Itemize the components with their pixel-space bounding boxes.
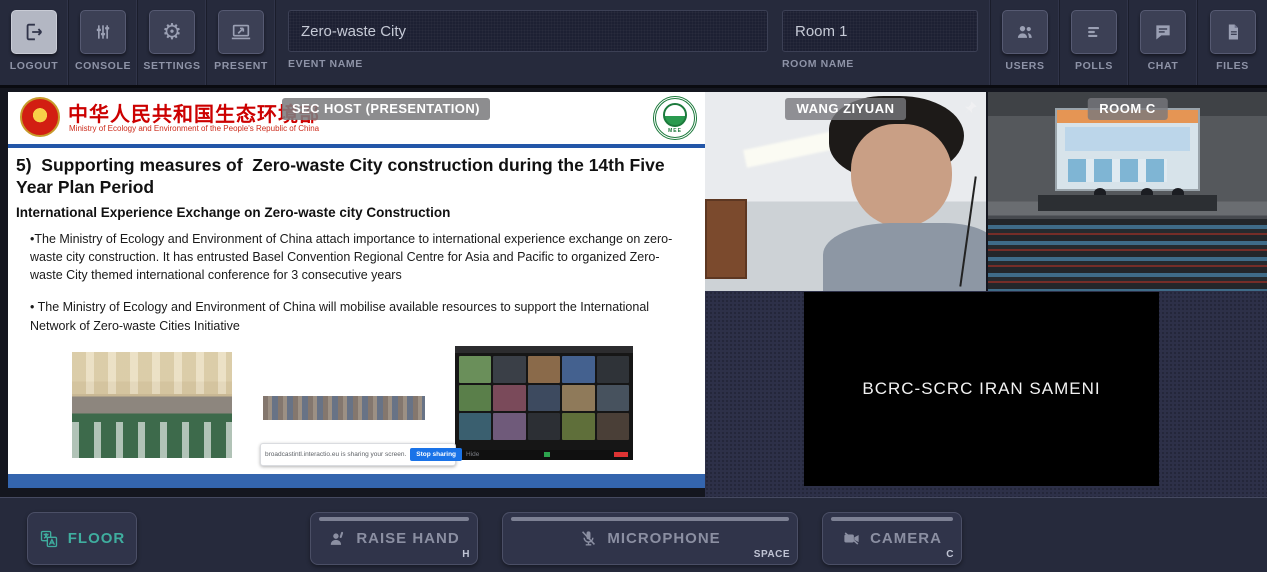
screen-share-notification: broadcastintl.interactio.eu is sharing y… <box>260 443 456 466</box>
console-group: CONSOLE <box>69 0 138 85</box>
translate-icon <box>39 529 59 549</box>
polls-icon <box>1084 22 1104 42</box>
users-button[interactable] <box>1002 10 1048 54</box>
bullet-2: • The Ministry of Ecology and Environmen… <box>30 298 690 334</box>
users-icon <box>1015 22 1035 42</box>
mee-logo-inner <box>663 103 687 127</box>
conference-photo-2 <box>263 342 425 454</box>
users-group: USERS <box>991 0 1060 85</box>
event-name-group: EVENT NAME <box>288 10 768 85</box>
conference-photo-1 <box>72 352 232 458</box>
video-tile-room-c[interactable]: ROOM C <box>988 92 1267 291</box>
toolbar: LOGOUT CONSOLE ⚙ SETTINGS <box>0 0 1267 88</box>
participant-name-badge: ROOM C <box>1087 98 1167 120</box>
slide-title: 5) Supporting measures of Zero-waste Cit… <box>16 154 700 199</box>
gear-icon: ⚙ <box>162 21 182 43</box>
files-group: FILES <box>1198 0 1267 85</box>
control-bar: FLOOR RAISE HAND H <box>0 497 1267 572</box>
video-tile-wang-ziyuan[interactable]: WANG ZIYUAN <box>705 92 986 291</box>
participant-name-text: BCRC-SCRC IRAN SAMENI <box>862 379 1100 399</box>
chat-label: CHAT <box>1148 60 1179 72</box>
mee-logo-icon: MEE <box>653 96 697 140</box>
mee-logo-text: MEE <box>668 128 682 134</box>
users-label: USERS <box>1005 60 1044 72</box>
raise-hand-label: RAISE HAND <box>356 530 459 547</box>
zoom-tile-grid <box>459 356 629 440</box>
present-label: PRESENT <box>214 60 268 72</box>
button-top-strip <box>511 517 789 521</box>
polls-group: POLLS <box>1060 0 1129 85</box>
slide-subtitle: International Experience Exchange on Zer… <box>16 205 450 220</box>
event-name-input[interactable] <box>288 10 768 52</box>
raise-hand-icon <box>328 529 347 548</box>
microphone-shortcut: SPACE <box>754 549 790 560</box>
room-name-label: ROOM NAME <box>782 58 978 70</box>
raise-hand-shortcut: H <box>462 549 470 560</box>
mixer-icon <box>93 22 113 42</box>
name-fields: EVENT NAME ROOM NAME <box>276 0 991 85</box>
room-name-input[interactable] <box>782 10 978 52</box>
button-top-strip <box>831 517 953 521</box>
present-group: PRESENT <box>207 0 276 85</box>
hide-notification-button[interactable]: Hide <box>466 451 479 458</box>
logout-icon <box>23 21 45 43</box>
camera-shortcut: C <box>946 549 954 560</box>
zoom-meeting-screenshot <box>455 346 633 460</box>
files-button[interactable] <box>1210 10 1256 54</box>
present-icon <box>230 21 252 43</box>
console-label: CONSOLE <box>75 60 131 72</box>
camera-label: CAMERA <box>870 530 942 547</box>
event-name-label: EVENT NAME <box>288 58 768 70</box>
settings-group: ⚙ SETTINGS <box>138 0 207 85</box>
camera-button[interactable]: CAMERA C <box>822 512 962 565</box>
button-top-strip <box>319 517 469 521</box>
room-name-group: ROOM NAME <box>782 10 978 85</box>
main-area: 中华人民共和国生态环境部 Ministry of Ecology and Env… <box>0 91 1267 497</box>
china-national-emblem-icon <box>20 97 60 137</box>
raise-hand-button[interactable]: RAISE HAND H <box>310 512 478 565</box>
conference-app: LOGOUT CONSOLE ⚙ SETTINGS <box>0 0 1267 572</box>
presenter-overlay-label: SEC HOST (PRESENTATION) <box>282 98 490 120</box>
file-icon <box>1223 22 1243 42</box>
slide-photos: broadcastintl.interactio.eu is sharing y… <box>8 342 705 464</box>
floor-label: FLOOR <box>68 530 126 547</box>
microphone-label: MICROPHONE <box>607 530 720 547</box>
room-c-video-feed <box>988 92 1267 291</box>
settings-label: SETTINGS <box>143 60 200 72</box>
floor-language-button[interactable]: FLOOR <box>27 512 137 565</box>
chat-icon <box>1153 22 1173 42</box>
video-tile-bcrc-scrc[interactable]: BCRC-SCRC IRAN SAMENI <box>804 292 1159 486</box>
logout-label: LOGOUT <box>10 60 59 72</box>
pin-icon[interactable] <box>962 100 978 121</box>
files-label: FILES <box>1216 60 1249 72</box>
wang-video-feed <box>705 92 986 291</box>
logout-group: LOGOUT <box>0 0 69 85</box>
presentation-slide: 中华人民共和国生态环境部 Ministry of Ecology and Env… <box>8 92 705 488</box>
stop-sharing-button[interactable]: Stop sharing <box>410 448 462 461</box>
ministry-title-en: Ministry of Ecology and Environment of t… <box>69 124 319 133</box>
polls-label: POLLS <box>1075 60 1113 72</box>
slide-footer-bar <box>8 474 705 488</box>
present-button[interactable] <box>218 10 264 54</box>
header-divider <box>8 144 705 148</box>
slide-bullets: •The Ministry of Ecology and Environment… <box>30 230 690 349</box>
settings-button[interactable]: ⚙ <box>149 10 195 54</box>
bullet-1: •The Ministry of Ecology and Environment… <box>30 230 690 284</box>
microphone-button[interactable]: MICROPHONE SPACE <box>502 512 798 565</box>
polls-button[interactable] <box>1071 10 1117 54</box>
participant-name-badge: WANG ZIYUAN <box>785 98 907 120</box>
console-button[interactable] <box>80 10 126 54</box>
mic-muted-icon <box>579 529 598 548</box>
camera-muted-icon <box>842 529 861 548</box>
slide-header: 中华人民共和国生态环境部 Ministry of Ecology and Env… <box>8 92 705 144</box>
share-notification-text: broadcastintl.interactio.eu is sharing y… <box>265 451 406 458</box>
chat-button[interactable] <box>1140 10 1186 54</box>
logout-button[interactable] <box>11 10 57 54</box>
chat-group: CHAT <box>1129 0 1198 85</box>
